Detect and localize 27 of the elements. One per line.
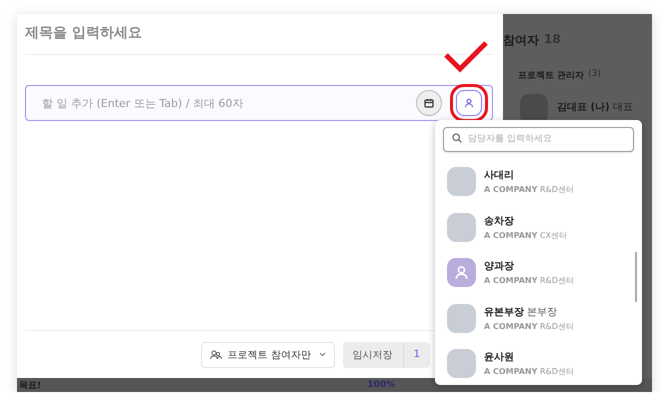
check-mark-drawing [443,40,489,74]
person-icon [454,265,469,280]
task-entry-bar[interactable]: 할 일 추가 (Enter 또는 Tab) / 최대 60자 [25,85,493,121]
assignee-option[interactable]: 사대리 A COMPANY R&D센터 [443,159,634,204]
chevron-down-icon [318,352,326,357]
assignee-search-field[interactable]: 담당자를 입력하세요 [443,126,634,152]
group-label: 프로젝트 관리자 [518,70,584,82]
date-button[interactable] [416,90,442,116]
assignee-option[interactable]: 송차장 A COMPANY CX센터 [443,204,634,250]
temp-save-button[interactable]: 임시저장 [342,342,404,368]
person-icon [464,98,474,108]
photo-placeholder [447,167,476,196]
visibility-select[interactable]: 프로젝트 참여자만 [200,342,335,368]
save-count: 1 [412,348,421,362]
task-input-field[interactable]: 할 일 추가 (Enter 또는 Tab) / 최대 60자 [40,96,402,110]
people-icon [210,350,222,360]
calendar-icon [424,98,434,108]
assignee-option[interactable]: 윤사원 A COMPANY R&D센터 [443,341,634,385]
participant-name: 김대표 (나) 대표 [557,101,634,115]
photo-placeholder [447,212,476,242]
assignee-option[interactable]: 양과장 A COMPANY R&D센터 [443,250,634,296]
search-icon [452,133,462,143]
participants-title: 참여자 [503,32,539,49]
photo-placeholder [447,349,476,378]
assignee-option[interactable]: 유본부장 본부장 A COMPANY R&D센터 [443,296,634,341]
goal-text: 목표! [19,380,42,392]
photo-placeholder [447,304,476,333]
